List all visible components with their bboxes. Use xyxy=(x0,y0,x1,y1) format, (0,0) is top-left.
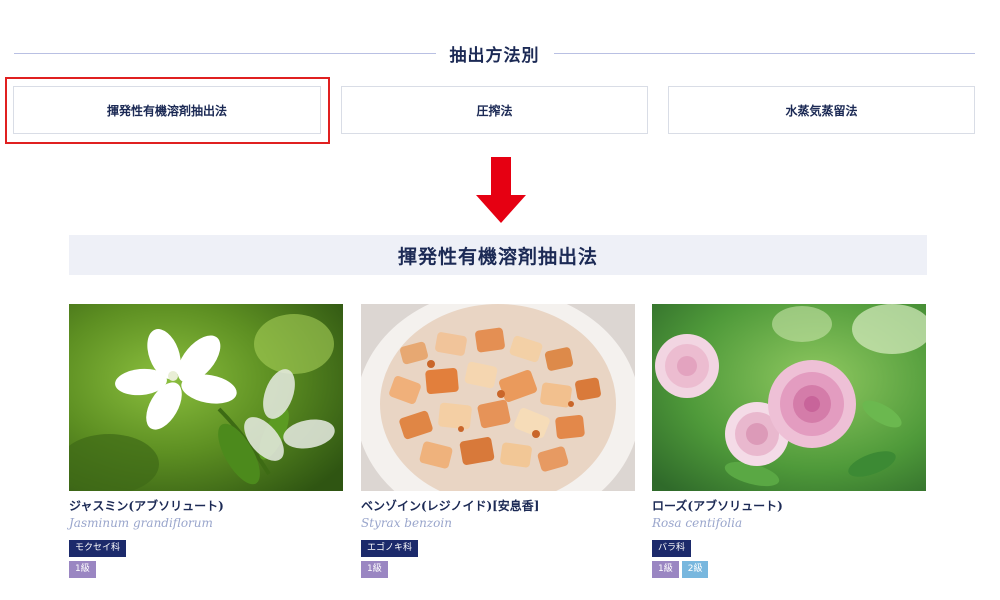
product-latin-name: Styrax benzoin xyxy=(361,516,452,530)
family-badge: エゴノキ科 xyxy=(361,540,419,557)
method-button-expression[interactable]: 圧搾法 xyxy=(341,86,648,134)
product-name[interactable]: ローズ(アブソリュート) xyxy=(652,498,926,514)
heading-rule-right xyxy=(553,52,975,54)
level-badge-1: 1級 xyxy=(652,561,679,578)
selection-highlight-box xyxy=(5,77,330,144)
level-badge-2: 2級 xyxy=(681,561,709,578)
heading-rule-left xyxy=(14,52,436,54)
product-name[interactable]: ジャスミン(アブソリュート) xyxy=(69,498,343,514)
product-latin-name: Jasminum grandiflorum xyxy=(69,516,213,530)
result-title-banner: 揮発性有機溶剤抽出法 xyxy=(69,235,927,275)
family-badge: モクセイ科 xyxy=(69,540,127,557)
product-name[interactable]: ベンゾイン(レジノイド)[安息香] xyxy=(361,498,635,514)
product-card-benzoin[interactable]: ベンゾイン(レジノイド)[安息香] Styrax benzoin エゴノキ科 1… xyxy=(361,304,635,578)
jasmine-photo[interactable] xyxy=(69,304,343,491)
rose-photo[interactable] xyxy=(652,304,926,491)
family-badge: バラ科 xyxy=(652,540,692,557)
product-card-jasmine[interactable]: ジャスミン(アブソリュート) Jasminum grandiflorum モクセ… xyxy=(69,304,343,578)
product-latin-name: Rosa centifolia xyxy=(652,516,743,530)
level-badge-1: 1級 xyxy=(361,561,388,578)
section-title: 抽出方法別 xyxy=(449,45,540,66)
method-button-steam-distillation[interactable]: 水蒸気蒸留法 xyxy=(668,86,975,134)
down-arrow-icon xyxy=(476,157,526,223)
section-heading: 抽出方法別 xyxy=(14,38,975,68)
level-badge-1: 1級 xyxy=(69,561,96,578)
benzoin-photo[interactable] xyxy=(361,304,635,491)
product-card-rose[interactable]: ローズ(アブソリュート) Rosa centifolia バラ科 1級 2級 xyxy=(652,304,926,578)
